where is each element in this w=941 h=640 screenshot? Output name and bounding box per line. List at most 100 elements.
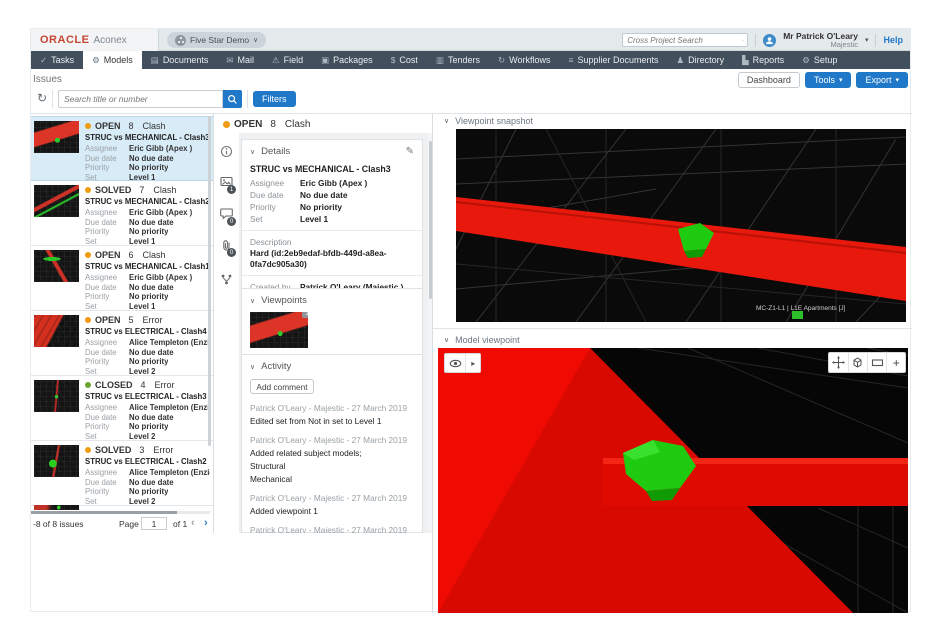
issue-list-item[interactable]: OPEN 5 Error STRUC vs ELECTRICAL - Clash… (31, 311, 213, 376)
field-value: Alice Templeton (Enzic... (129, 338, 210, 348)
field-label: Priority (85, 422, 129, 432)
field-value: No due date (129, 283, 174, 293)
chevron-down-icon: ∨ (253, 36, 258, 44)
issue-type: Error (153, 445, 173, 455)
issue-status: CLOSED (95, 380, 133, 390)
nav-tab-label: Documents (163, 55, 209, 65)
nav-tab-icon: ⚠ (272, 56, 280, 65)
viewpoint-snapshot-header[interactable]: ∨ Viewpoint snapshot (444, 116, 533, 126)
info-icon[interactable] (220, 145, 233, 158)
nav-tab-icon: ≡ (568, 56, 573, 65)
issue-list-item[interactable]: CLOSED 4 Error STRUC vs ELECTRICAL - Cla… (31, 376, 213, 441)
prev-page-icon[interactable]: ‹ (191, 517, 195, 529)
field-label: Priority (85, 357, 129, 367)
viewpoints-section-header[interactable]: ∨ Viewpoints (250, 295, 414, 306)
nav-tab-reports[interactable]: ▙ Reports (733, 51, 793, 69)
pagination-page-label: Page (119, 519, 139, 529)
export-button[interactable]: Export▾ (856, 72, 908, 88)
filters-button[interactable]: Filters (253, 91, 296, 107)
issue-list-item[interactable]: SOLVED 7 Clash STRUC vs MECHANICAL - Cla… (31, 181, 213, 246)
field-label: Assignee (85, 338, 129, 348)
expand-controls-button[interactable]: ▸ (466, 354, 480, 372)
nav-tab-label: Workflows (509, 55, 550, 65)
field-label: Assignee (250, 177, 300, 189)
issue-thumbnail (34, 250, 79, 282)
nav-tab-supplier-documents[interactable]: ≡ Supplier Documents (559, 51, 667, 69)
issue-list-item[interactable]: OPEN 8 Clash STRUC vs MECHANICAL - Clash… (31, 116, 213, 181)
detail-scrollbar[interactable] (429, 141, 432, 299)
model-viewpoint-header[interactable]: ∨ Model viewpoint (444, 335, 520, 345)
user-menu[interactable]: Mr Patrick O'Leary Majestic (783, 32, 858, 49)
details-section-header[interactable]: ∨ Details ✎ (250, 146, 414, 157)
nav-tab-tenders[interactable]: ▥ Tenders (427, 51, 489, 69)
zoom-window-button[interactable] (868, 353, 887, 372)
nav-tab-cost[interactable]: $ Cost (382, 51, 427, 69)
detail-icon-rail: 1 0 0 (214, 133, 239, 533)
chevron-down-icon: ∨ (250, 297, 255, 305)
list-scrollbar[interactable] (208, 116, 211, 446)
avatar (763, 34, 776, 47)
detail-status: OPEN (234, 119, 262, 130)
oracle-brand: ORACLE (40, 34, 89, 46)
chevron-right-icon: ▸ (471, 359, 475, 368)
nav-tab-models[interactable]: ⚙ Models (83, 51, 142, 69)
chevron-down-icon: ▾ (865, 36, 869, 44)
nav-tab-mail[interactable]: ✉ Mail (217, 51, 263, 69)
issue-number: 3 (139, 445, 144, 455)
viewpoint-snapshot-title: Viewpoint snapshot (455, 116, 533, 126)
viewpoint-snapshot-image: MC-Z1-L1 | L1E Apartments [J] (456, 129, 906, 322)
status-dot (85, 123, 91, 129)
model-viewpoint-canvas[interactable]: ▸ + (438, 348, 908, 613)
list-hscrollbar[interactable] (31, 511, 177, 514)
activity-meta: Patrick O'Leary - Majestic - 27 March 20… (250, 493, 414, 503)
nav-tab-icon: ✓ (40, 56, 47, 65)
activity-meta: Patrick O'Leary - Majestic - 27 March 20… (250, 435, 414, 445)
nav-tab-workflows[interactable]: ↻ Workflows (489, 51, 559, 69)
issue-list: OPEN 8 Clash STRUC vs MECHANICAL - Clash… (31, 113, 213, 533)
related-models-icon[interactable] (220, 273, 233, 286)
add-comment-button[interactable]: Add comment (250, 379, 314, 394)
nav-tab-documents[interactable]: ▤ Documents (142, 51, 218, 69)
activity-entry: Patrick O'Leary - Majestic - 27 March 20… (250, 435, 414, 484)
activity-entry: Patrick O'Leary - Majestic - 27 March 20… (250, 493, 414, 516)
pan-button[interactable] (829, 353, 848, 372)
field-value: Alice Templeton (Enzic... (129, 468, 210, 478)
dashboard-button[interactable]: Dashboard (738, 72, 800, 88)
nav-tab-tasks[interactable]: ✓ Tasks (31, 51, 83, 69)
viewpoint-thumbnail[interactable]: 1 (250, 312, 308, 348)
nav-tab-packages[interactable]: ▣ Packages (312, 51, 382, 69)
nav-tab-setup[interactable]: ⚙ Setup (793, 51, 846, 69)
cross-project-search-input[interactable] (623, 36, 742, 45)
issue-thumbnail (34, 121, 79, 153)
aconex-app: ORACLE Aconex Five Star Demo ∨ Mr Patric… (30, 28, 911, 612)
issue-list-item[interactable]: OPEN 6 Clash STRUC vs MECHANICAL - Clash… (31, 246, 213, 311)
project-selector[interactable]: Five Star Demo ∨ (167, 32, 266, 48)
issue-title: STRUC vs MECHANICAL - Clash3 (85, 133, 210, 142)
field-label: Assignee (85, 144, 129, 154)
pan-icon (832, 356, 845, 369)
issue-thumbnail (34, 380, 79, 412)
issue-number: 7 (139, 185, 144, 195)
orbit-button[interactable] (848, 353, 867, 372)
activity-section-header[interactable]: ∨ Activity (250, 361, 414, 372)
field-label: Priority (85, 292, 129, 302)
aconex-brand: Aconex (93, 35, 126, 46)
field-value: Level 2 (129, 432, 155, 442)
issue-search-input[interactable] (58, 90, 223, 108)
page-number-input[interactable] (141, 517, 167, 530)
nav-tab-field[interactable]: ⚠ Field (263, 51, 312, 69)
issue-list-item[interactable]: SOLVED 3 Error STRUC vs ELECTRICAL - Cla… (31, 441, 213, 506)
refresh-icon[interactable]: ↺ (37, 91, 47, 105)
cross-project-search[interactable] (622, 33, 748, 47)
next-page-icon[interactable]: › (204, 517, 208, 529)
nav-tab-directory[interactable]: ♟ Directory (667, 51, 733, 69)
search-button[interactable] (223, 90, 242, 108)
visibility-button[interactable] (445, 354, 465, 372)
tools-button[interactable]: Tools▾ (805, 72, 852, 88)
field-label: Assignee (85, 468, 129, 478)
field-label: Assignee (85, 403, 129, 413)
zoom-in-button[interactable]: + (887, 353, 905, 372)
edit-icon[interactable]: ✎ (406, 146, 414, 157)
help-link[interactable]: Help (883, 35, 907, 45)
field-value: No due date (129, 348, 174, 358)
